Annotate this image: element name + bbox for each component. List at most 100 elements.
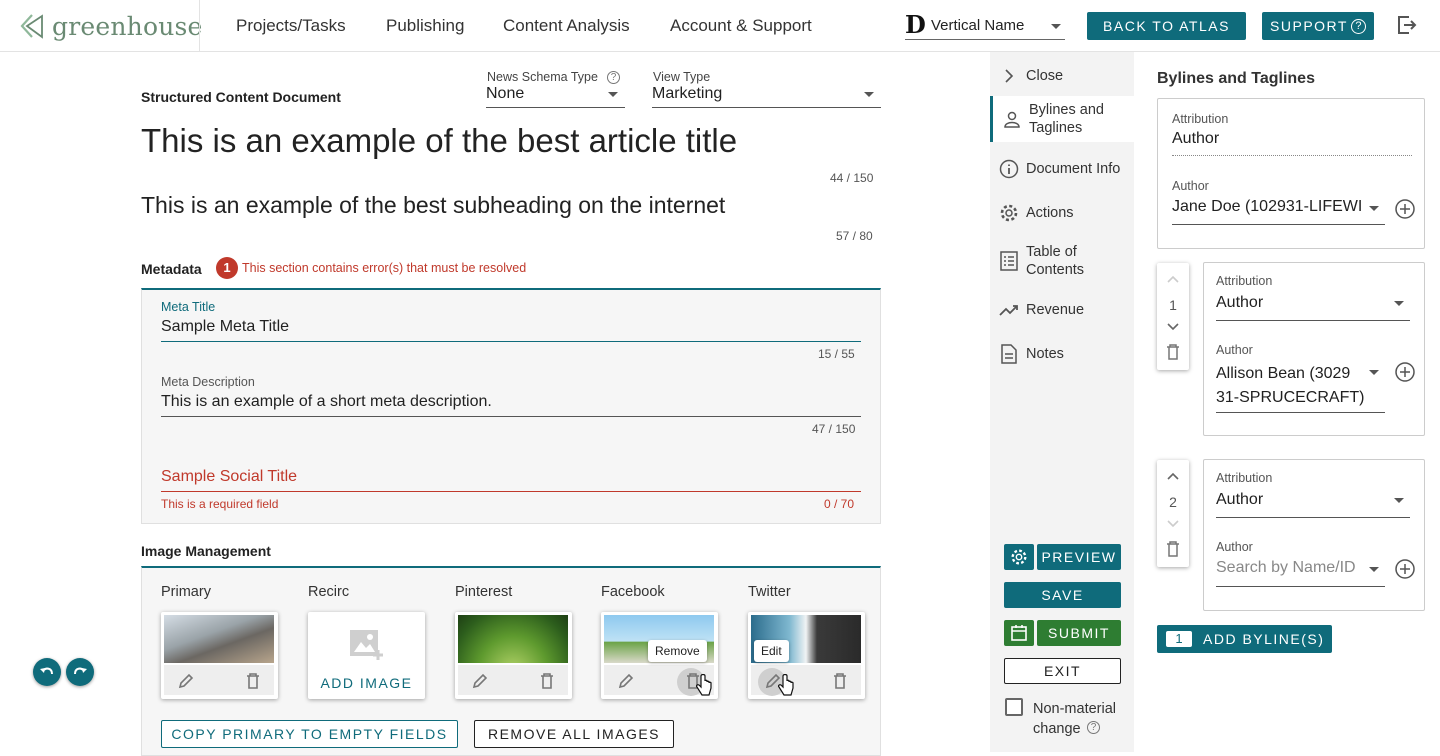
attribution-label: Attribution <box>1216 471 1273 485</box>
chevron-down-icon[interactable] <box>1166 322 1180 332</box>
save-label: SAVE <box>1041 587 1084 603</box>
byline-order-number: 1 <box>1169 297 1177 313</box>
back-to-atlas-button[interactable]: BACK TO ATLAS <box>1087 12 1246 40</box>
attribution-label: Attribution <box>1216 274 1273 288</box>
add-circle-icon[interactable] <box>1394 198 1416 220</box>
chevron-down-icon <box>1369 206 1379 211</box>
logout-icon[interactable] <box>1396 14 1418 36</box>
add-circle-icon[interactable] <box>1394 361 1416 383</box>
schedule-button[interactable] <box>1004 620 1034 646</box>
author-label: Author <box>1216 540 1253 554</box>
support-label: SUPPORT <box>1270 18 1348 34</box>
redo-icon <box>74 667 87 675</box>
non-material-checkbox[interactable] <box>1005 698 1023 716</box>
news-schema-select[interactable]: None <box>486 84 625 108</box>
nav-publishing[interactable]: Publishing <box>386 16 464 36</box>
primary-image-thumbnail <box>164 615 274 663</box>
trash-icon[interactable] <box>245 672 261 690</box>
trash-icon[interactable] <box>1166 344 1180 360</box>
meta-description-input[interactable]: This is an example of a short meta descr… <box>161 393 861 417</box>
pencil-icon[interactable] <box>471 672 489 690</box>
undo-button[interactable] <box>33 658 61 686</box>
preview-settings-button[interactable] <box>1004 544 1034 570</box>
add-bylines-button[interactable]: 1 ADD BYLINE(S) <box>1157 625 1332 653</box>
attribution-select[interactable]: Author <box>1216 490 1410 516</box>
image-card-recirc[interactable]: ADD IMAGE <box>308 612 425 699</box>
chevron-up-icon[interactable] <box>1166 274 1180 284</box>
sidebar-item-revenue[interactable]: Revenue <box>990 298 1134 322</box>
greenhouse-logo[interactable]: greenhouse <box>18 10 203 42</box>
chevron-down-icon <box>1369 567 1379 572</box>
help-circle-icon[interactable]: ? <box>1087 721 1100 734</box>
edit-tooltip: Edit <box>754 640 789 662</box>
add-circle-icon[interactable] <box>1394 558 1416 580</box>
add-image-icon <box>350 630 383 660</box>
support-button[interactable]: SUPPORT ? <box>1262 12 1374 40</box>
byline-order-number: 2 <box>1169 494 1177 510</box>
add-image-label: ADD IMAGE <box>320 675 413 691</box>
trash-icon[interactable] <box>1166 541 1180 557</box>
back-to-atlas-label: BACK TO ATLAS <box>1103 18 1230 34</box>
help-circle-icon: ? <box>1350 18 1366 34</box>
preview-button[interactable]: PREVIEW <box>1037 544 1121 570</box>
chevron-down-icon <box>1394 498 1404 503</box>
remove-all-images-button[interactable]: REMOVE ALL IMAGES <box>474 720 674 748</box>
trash-icon[interactable] <box>832 672 848 690</box>
vertical-select-value: Vertical Name <box>931 17 1025 34</box>
author-value-line-1: Allison Bean (3029 <box>1216 365 1351 382</box>
undo-icon <box>40 667 53 675</box>
trash-icon[interactable] <box>539 672 555 690</box>
author-search-input[interactable]: Search by Name/ID <box>1216 559 1366 585</box>
sidebar-item-revenue-label: Revenue <box>1026 302 1085 318</box>
add-bylines-count[interactable]: 1 <box>1166 631 1192 647</box>
subheading-char-count: 57 / 80 <box>836 229 873 243</box>
meta-description-char-count: 47 / 150 <box>812 422 856 436</box>
author-select[interactable]: Allison Bean (3029 31-SPRUCECRAFT) <box>1216 362 1366 410</box>
image-card-primary <box>161 612 278 699</box>
save-button[interactable]: SAVE <box>1004 582 1121 608</box>
social-title-input[interactable]: Sample Social Title <box>161 468 861 492</box>
meta-title-char-count: 15 / 55 <box>818 347 855 361</box>
copy-primary-button[interactable]: COPY PRIMARY TO EMPTY FIELDS <box>161 720 458 748</box>
pencil-icon[interactable] <box>177 672 195 690</box>
chevron-down-icon[interactable] <box>1166 519 1180 529</box>
news-schema-value: None <box>486 85 525 102</box>
sidebar-item-document-info[interactable]: Document Info <box>990 157 1134 181</box>
sidebar-close[interactable]: Close <box>990 64 1134 88</box>
help-circle-icon[interactable]: ? <box>607 71 620 84</box>
vertical-select[interactable]: D Vertical Name <box>905 10 1065 40</box>
chevron-down-icon <box>1394 301 1404 306</box>
nav-projects-tasks[interactable]: Projects/Tasks <box>236 16 346 36</box>
image-management-heading: Image Management <box>141 543 271 559</box>
bylines-heading: Bylines and Taglines <box>1157 70 1315 87</box>
article-title-input[interactable]: This is an example of the best article t… <box>141 122 737 160</box>
info-icon <box>998 158 1020 180</box>
author-select[interactable]: Jane Doe (102931-LIFEWI <box>1172 198 1385 224</box>
image-slot-label-facebook: Facebook <box>601 584 665 600</box>
hand-cursor-icon <box>696 674 712 696</box>
error-count-badge: 1 <box>216 257 238 279</box>
exit-button[interactable]: EXIT <box>1004 658 1121 684</box>
sidebar-item-actions[interactable]: Actions <box>990 201 1134 225</box>
pencil-icon[interactable] <box>617 672 635 690</box>
sidebar-item-bylines[interactable]: Bylines and Taglines <box>990 96 1134 142</box>
chevron-up-icon[interactable] <box>1166 471 1180 481</box>
author-label: Author <box>1172 179 1209 193</box>
view-type-select[interactable]: Marketing <box>652 84 881 108</box>
sidebar-item-toc[interactable]: Table of Contents <box>990 242 1134 280</box>
attribution-value: Author <box>1216 491 1264 508</box>
attribution-input[interactable]: Author <box>1172 130 1412 154</box>
image-slot-label-pinterest: Pinterest <box>455 584 513 600</box>
attribution-select[interactable]: Author <box>1216 293 1410 319</box>
nav-account-support[interactable]: Account & Support <box>670 16 812 36</box>
author-label: Author <box>1216 343 1253 357</box>
meta-title-input[interactable]: Sample Meta Title <box>161 318 861 342</box>
sidebar-item-notes[interactable]: Notes <box>990 342 1134 366</box>
submit-button[interactable]: SUBMIT <box>1037 620 1121 646</box>
meta-title-label: Meta Title <box>161 300 216 314</box>
subheading-input[interactable]: This is an example of the best subheadin… <box>141 192 725 219</box>
social-title-char-count: 0 / 70 <box>824 497 855 511</box>
nav-content-analysis[interactable]: Content Analysis <box>503 16 630 36</box>
image-card-pinterest <box>455 612 572 699</box>
redo-button[interactable] <box>66 658 94 686</box>
